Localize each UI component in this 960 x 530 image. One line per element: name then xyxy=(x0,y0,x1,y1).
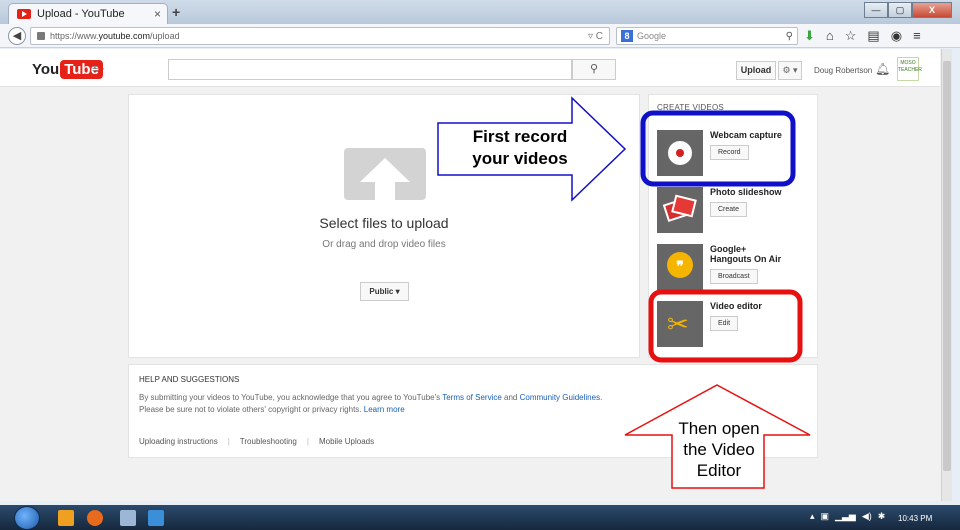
network-icon[interactable]: ✱ xyxy=(878,511,886,522)
then-open-line3: Editor xyxy=(696,461,742,480)
tray-device-icon[interactable]: ▣ xyxy=(821,511,830,522)
first-record-label: First record your videos xyxy=(450,126,590,170)
first-record-line1: First record xyxy=(472,127,568,146)
volume-icon[interactable]: ◀) xyxy=(862,511,872,522)
webcam-highlight-box xyxy=(640,110,796,187)
then-open-line2: the Video xyxy=(683,440,755,459)
start-button[interactable] xyxy=(14,506,40,530)
clock[interactable]: 10:43 PM xyxy=(898,514,932,523)
first-record-line2: your videos xyxy=(472,149,568,168)
annotation-overlay xyxy=(437,96,811,489)
windows-taskbar: ▴ ▣ ▁▃▅ ◀) ✱ 10:43 PM xyxy=(0,505,960,530)
signal-icon[interactable]: ▁▃▅ xyxy=(835,511,856,522)
then-open-line1: Then open xyxy=(678,419,760,438)
video-editor-highlight-box xyxy=(648,289,803,363)
system-tray: ▴ ▣ ▁▃▅ ◀) ✱ xyxy=(810,511,885,522)
tray-arrow-icon[interactable]: ▴ xyxy=(810,511,815,522)
then-open-label: Then open the Video Editor xyxy=(664,418,774,481)
firefox-icon[interactable] xyxy=(87,510,103,526)
app-icon[interactable] xyxy=(148,510,164,526)
explorer-icon[interactable] xyxy=(120,510,136,526)
media-player-icon[interactable] xyxy=(58,510,74,526)
